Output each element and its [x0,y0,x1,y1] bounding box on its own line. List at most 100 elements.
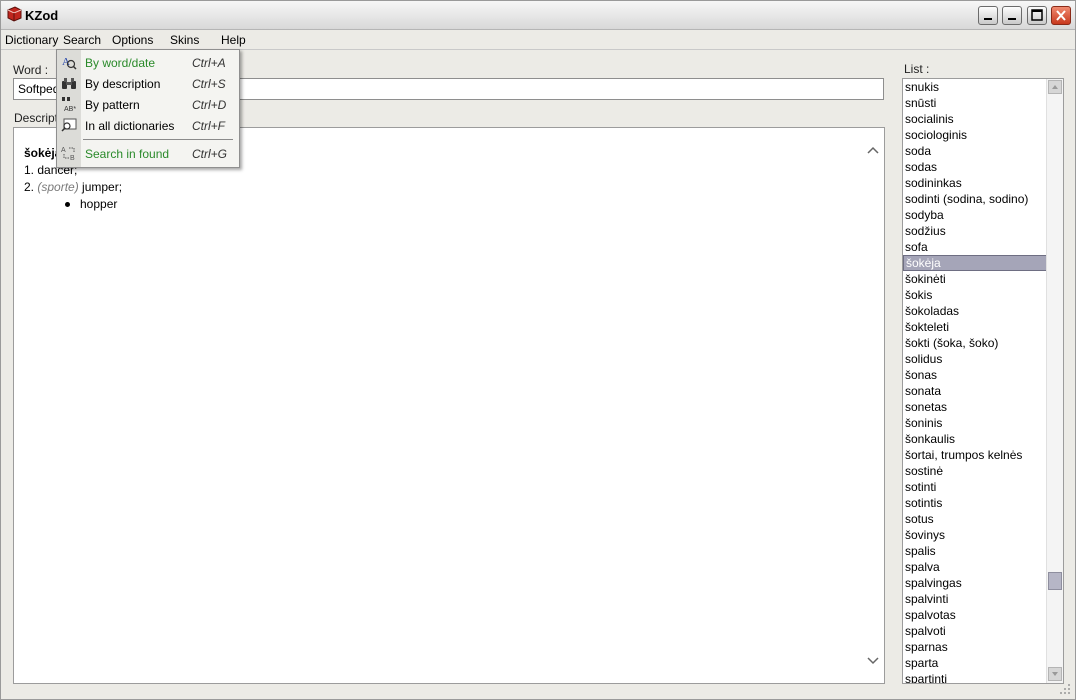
menu-label: In all dictionaries [85,119,175,133]
list-item[interactable]: sofa [903,239,1048,255]
minimize-button[interactable] [1002,6,1022,25]
list-item[interactable]: solidus [903,351,1048,367]
scroll-down-button[interactable] [1048,667,1062,681]
svg-text:AB*: AB* [64,106,76,112]
scroll-thumb[interactable] [1048,572,1062,590]
menu-search[interactable]: Search [63,33,101,47]
scroll-up-button[interactable] [1048,80,1062,94]
list-item[interactable]: spalis [903,543,1048,559]
menu-separator [83,139,233,140]
description-panel[interactable]: šokėja 1. dancer; 2. (sporte) jumper; ho… [13,127,885,684]
list-item[interactable]: sotinti [903,479,1048,495]
list-item[interactable]: spalvotas [903,607,1048,623]
pattern-icon: AB* [62,97,76,112]
list-item[interactable]: šovinys [903,527,1048,543]
menu-bar: Dictionary Search Options Skins Help [1,30,1075,50]
list-item[interactable]: sodžius [903,223,1048,239]
maximize-icon [1031,9,1043,21]
list-item[interactable]: spalva [903,559,1048,575]
menu-shortcut: Ctrl+A [192,56,226,70]
minimize-icon [984,18,992,20]
title-bar[interactable]: KZod [1,1,1075,30]
menu-in-all-dictionaries[interactable]: In all dictionaries Ctrl+F [57,115,239,135]
list-label: List : [904,62,930,76]
menu-skins[interactable]: Skins [170,33,199,47]
word-list-items: snukis snūsti socialinis sociologinis soda so… [903,79,1048,683]
list-item[interactable]: šokis [903,287,1048,303]
list-item[interactable]: socialinis [903,111,1048,127]
list-item[interactable]: šokti (šoka, šoko) [903,335,1048,351]
list-item[interactable]: sonata [903,383,1048,399]
list-item[interactable]: sociologinis [903,127,1048,143]
search-menu-dropdown: A By word/date Ctrl+A By description Ctr… [56,49,240,168]
sense-number: 2. [24,180,35,194]
resize-grip-icon[interactable] [1059,683,1071,695]
list-item[interactable]: sodinti (sodina, sodino) [903,191,1048,207]
list-item[interactable]: šonkaulis [903,431,1048,447]
list-item[interactable]: šortai, trumpos kelnės [903,447,1048,463]
list-item-selected[interactable]: šokėja [903,255,1048,271]
menu-search-in-found[interactable]: A B Search in found Ctrl+G [57,143,239,163]
search-in-found-icon: A B [61,147,75,161]
list-item[interactable]: soda [903,143,1048,159]
list-item[interactable]: sonetas [903,399,1048,415]
list-item[interactable]: šoninis [903,415,1048,431]
list-item[interactable]: šonas [903,367,1048,383]
bullet-icon [65,202,70,207]
dictionary-book-icon [7,6,22,22]
bullet-text: hopper [80,197,118,211]
svg-text:B: B [70,155,75,161]
scroll-down-icon [1052,672,1058,676]
menu-label: By pattern [85,98,140,112]
list-item[interactable]: sodininkas [903,175,1048,191]
sense-text: jumper; [82,180,123,194]
list-item[interactable]: sotintis [903,495,1048,511]
list-item[interactable]: sostinė [903,463,1048,479]
list-item[interactable]: šokteleti [903,319,1048,335]
window-title: KZod [25,8,59,23]
menu-help[interactable]: Help [221,33,246,47]
menu-shortcut: Ctrl+F [192,119,225,133]
all-dictionaries-icon [61,118,77,132]
list-item[interactable]: spalvingas [903,575,1048,591]
list-item[interactable]: sparnas [903,639,1048,655]
menu-by-word-date[interactable]: A By word/date Ctrl+A [57,52,239,72]
word-list[interactable]: snukis snūsti socialinis sociologinis soda so… [902,78,1064,684]
list-item[interactable]: sodas [903,159,1048,175]
close-icon [1056,10,1066,21]
chevron-down-icon[interactable] [866,655,880,667]
list-item[interactable]: sodyba [903,207,1048,223]
list-item[interactable]: spalvinti [903,591,1048,607]
sense-2: 2. (sporte) jumper; [24,179,122,196]
menu-label: By word/date [85,56,156,70]
app-window: KZod Dictionary Search Options Skins Hel… [0,0,1076,700]
svg-text:A: A [61,147,66,154]
list-item[interactable]: spalvoti [903,623,1048,639]
menu-label: Search in found [85,147,170,161]
minimize-icon [1008,18,1016,20]
list-item[interactable]: šokoladas [903,303,1048,319]
menu-by-description[interactable]: By description Ctrl+S [57,73,239,93]
maximize-button[interactable] [1027,6,1047,25]
menu-by-pattern[interactable]: AB* By pattern Ctrl+D [57,94,239,114]
domain-label: (sporte) [37,180,79,194]
menu-shortcut: Ctrl+S [192,77,226,91]
menu-shortcut: Ctrl+D [192,98,227,112]
menu-label: By description [85,77,161,91]
menu-dictionary[interactable]: Dictionary [5,33,58,47]
word-label: Word : [13,63,49,77]
binoculars-icon [62,78,76,89]
menu-options[interactable]: Options [112,33,153,47]
chevron-up-icon[interactable] [866,144,880,156]
list-scrollbar[interactable] [1046,79,1063,683]
list-item[interactable]: sotus [903,511,1048,527]
list-item[interactable]: sparta [903,655,1048,671]
bullet-item: hopper [24,196,122,213]
list-item[interactable]: šokinėti [903,271,1048,287]
list-item[interactable]: snūsti [903,95,1048,111]
close-button[interactable] [1051,6,1071,25]
list-item[interactable]: snukis [903,79,1048,95]
list-item[interactable]: spartinti [903,671,1048,683]
scroll-up-icon [1052,85,1058,89]
minimize-to-tray-button[interactable] [978,6,998,25]
